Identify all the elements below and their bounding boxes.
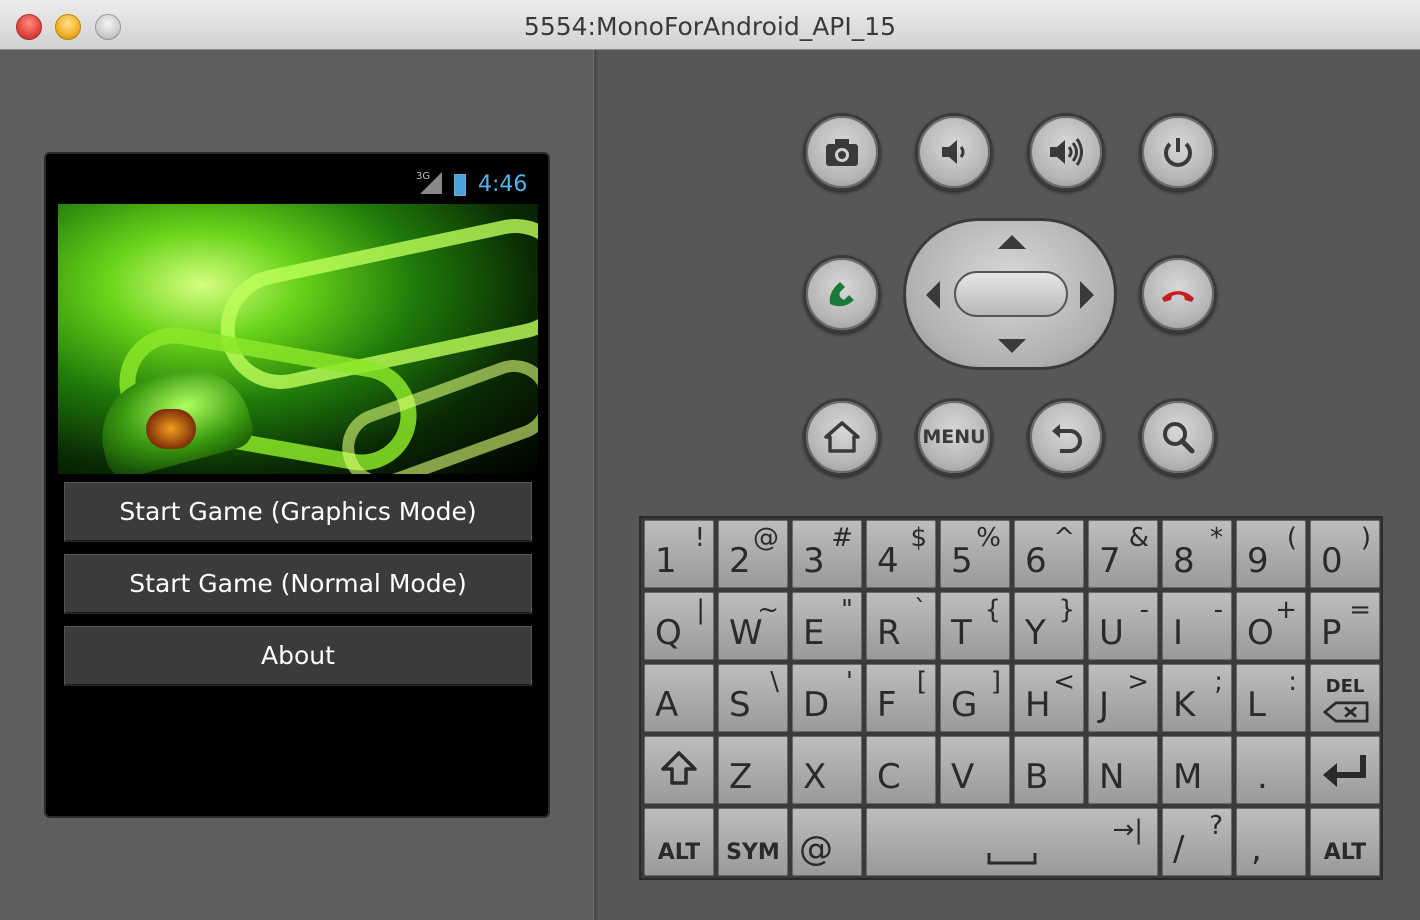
key-d[interactable]: D ' (792, 664, 862, 732)
key-v[interactable]: V (940, 736, 1010, 804)
key-1[interactable]: 1! (644, 520, 714, 588)
camera-button[interactable] (803, 113, 881, 191)
key-u[interactable]: U- (1088, 592, 1158, 660)
space-icon (987, 853, 1037, 865)
search-button[interactable] (1139, 398, 1217, 476)
end-call-button[interactable] (1139, 255, 1217, 333)
key-b[interactable]: B (1014, 736, 1084, 804)
menu-button[interactable]: MENU (915, 398, 993, 476)
key-comma[interactable]: , (1236, 808, 1306, 876)
back-button[interactable] (1027, 398, 1105, 476)
hardware-keyboard: 1! 2 @ 3 # 4 $ 5% 6 ^ 7 & 8 * 9( 0) Q | W ~ E " R… (639, 516, 1383, 880)
home-icon (824, 421, 860, 453)
title-bar: 5554:MonoForAndroid_API_15 (0, 0, 1420, 50)
dpad-up-icon[interactable] (998, 235, 1026, 249)
window-title: 5554:MonoForAndroid_API_15 (523, 12, 897, 41)
key-c[interactable]: C (866, 736, 936, 804)
key-t[interactable]: T{ (940, 592, 1010, 660)
key-8[interactable]: 8 * (1162, 520, 1232, 588)
key-3[interactable]: 3 # (792, 520, 862, 588)
key-z[interactable]: Z (718, 736, 788, 804)
key-0[interactable]: 0) (1310, 520, 1380, 588)
about-button[interactable]: About (64, 626, 532, 686)
key-7[interactable]: 7 & (1088, 520, 1158, 588)
dpad-down-icon[interactable] (998, 339, 1026, 353)
key-g[interactable]: G] (940, 664, 1010, 732)
key-2[interactable]: 2 @ (718, 520, 788, 588)
dpad-right-icon[interactable] (1080, 281, 1094, 309)
key-w[interactable]: W ~ (718, 592, 788, 660)
key-m[interactable]: M (1162, 736, 1232, 804)
dpad (903, 218, 1117, 370)
key-h[interactable]: H < (1014, 664, 1084, 732)
key-9[interactable]: 9( (1236, 520, 1306, 588)
volume-down-icon (942, 140, 965, 164)
volume-down-button[interactable] (915, 113, 993, 191)
menu-label: MENU (922, 426, 986, 448)
device-screen[interactable]: 3G 4:46 Start Game (Graphics Mode) Start… (44, 152, 550, 818)
start-normal-mode-button[interactable]: Start Game (Normal Mode) (64, 554, 532, 614)
signal-icon (420, 172, 442, 194)
key-6[interactable]: 6 ^ (1014, 520, 1084, 588)
key-enter[interactable] (1310, 736, 1380, 804)
key-space[interactable]: →| (866, 808, 1158, 876)
key-p[interactable]: P = (1310, 592, 1380, 660)
key-l[interactable]: L: (1236, 664, 1306, 732)
shift-icon (661, 751, 697, 785)
start-graphics-mode-button[interactable]: Start Game (Graphics Mode) (64, 482, 532, 542)
home-button[interactable] (803, 398, 881, 476)
key-x[interactable]: X (792, 736, 862, 804)
key-shift[interactable] (644, 736, 714, 804)
dpad-left-icon[interactable] (926, 281, 940, 309)
enter-icon (1323, 755, 1366, 787)
key-e[interactable]: E " (792, 592, 862, 660)
key-del[interactable]: DEL (1310, 664, 1380, 732)
key-j[interactable]: J > (1088, 664, 1158, 732)
key-q[interactable]: Q | (644, 592, 714, 660)
volume-up-icon (1050, 138, 1083, 166)
battery-icon (454, 174, 466, 196)
status-bar: 3G 4:46 (46, 154, 548, 202)
back-icon (1052, 424, 1082, 453)
key-slash[interactable]: /? (1162, 808, 1232, 876)
key-k[interactable]: K; (1162, 664, 1232, 732)
search-icon (1163, 422, 1195, 454)
power-icon (1164, 138, 1192, 167)
key-sym[interactable]: SYM (718, 808, 788, 876)
key-r[interactable]: R ` (866, 592, 936, 660)
key-5[interactable]: 5% (940, 520, 1010, 588)
key-period[interactable]: . (1236, 736, 1306, 804)
key-i[interactable]: I- (1162, 592, 1232, 660)
emulator-window: 5554:MonoForAndroid_API_15 3G 4:46 Start… (0, 0, 1420, 920)
key-a[interactable]: A (644, 664, 714, 732)
key-at[interactable]: @ (792, 808, 862, 876)
status-clock: 4:46 (478, 172, 528, 197)
key-y[interactable]: Y} (1014, 592, 1084, 660)
key-alt-left[interactable]: ALT (644, 808, 714, 876)
key-alt-right[interactable]: ALT (1310, 808, 1380, 876)
snake-banner-image (58, 204, 538, 474)
key-f[interactable]: F[ (866, 664, 936, 732)
power-button[interactable] (1139, 113, 1217, 191)
dpad-center-button[interactable] (954, 271, 1068, 317)
call-button[interactable] (803, 255, 881, 333)
volume-up-button[interactable] (1027, 113, 1105, 191)
key-s[interactable]: S \ (718, 664, 788, 732)
key-o[interactable]: O + (1236, 592, 1306, 660)
backspace-icon (1323, 701, 1369, 723)
phone-call-icon (829, 282, 854, 307)
key-n[interactable]: N (1088, 736, 1158, 804)
camera-icon (826, 139, 858, 166)
key-4[interactable]: 4 $ (866, 520, 936, 588)
end-call-icon (1162, 291, 1194, 302)
